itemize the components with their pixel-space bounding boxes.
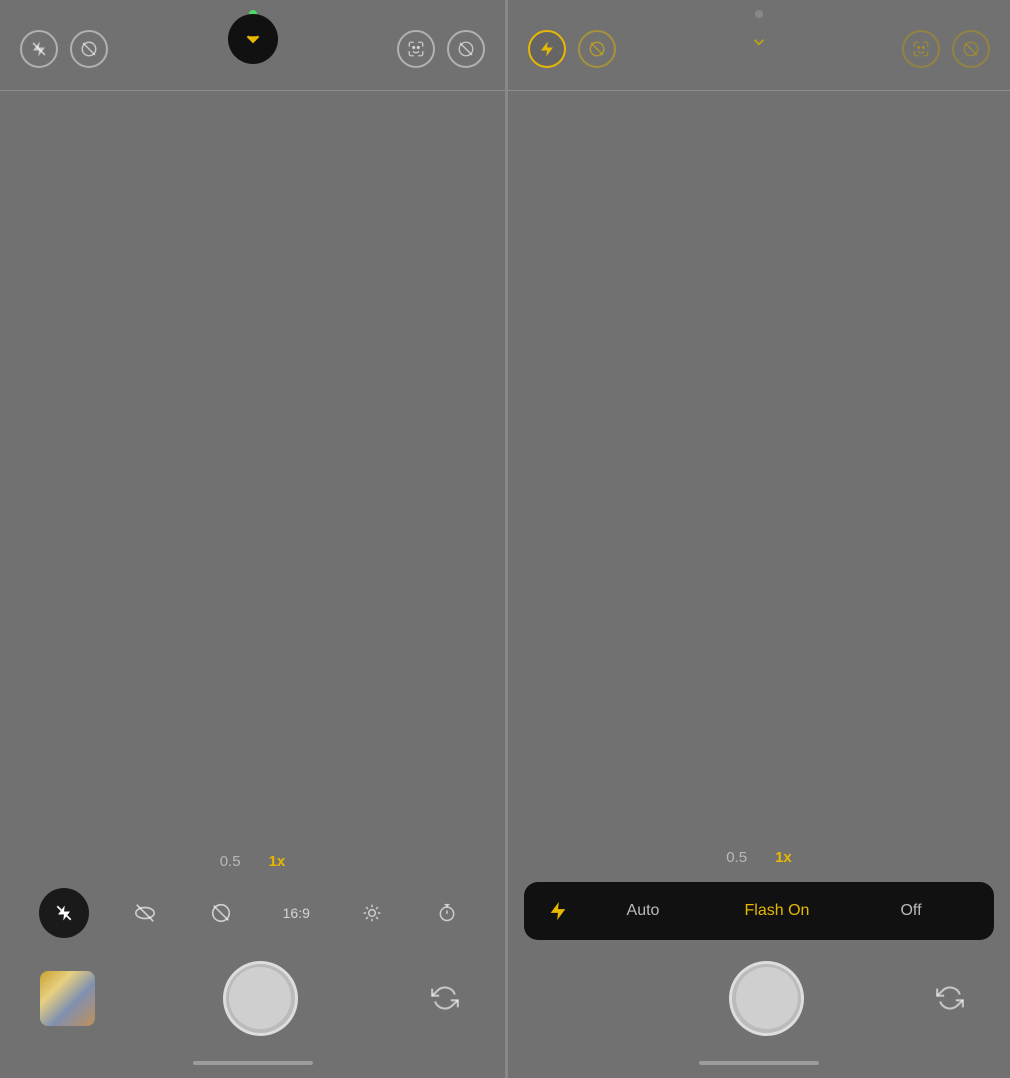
flash-menu-icon [540, 893, 576, 929]
photo-thumbnail[interactable] [40, 971, 95, 1026]
shutter-button-right[interactable] [729, 961, 804, 1036]
home-indicator-left [0, 1048, 505, 1078]
ratio-button[interactable]: 16:9 [277, 894, 315, 932]
timer-icon[interactable] [428, 894, 466, 932]
zoom-wide-left[interactable]: 0.5 [220, 853, 241, 870]
camera-settings-icon-left[interactable] [447, 30, 485, 68]
flash-active-button[interactable] [39, 888, 89, 938]
flash-off-icon[interactable] [20, 30, 58, 68]
camera-settings-icon-right[interactable] [952, 30, 990, 68]
camera-panel-right: 0.5 1x Auto Flash On Off [505, 0, 1010, 1078]
face-detection-icon-right[interactable] [902, 30, 940, 68]
shutter-inner-right [736, 967, 798, 1029]
top-bar-right-left-icons [528, 30, 616, 68]
flash-options-bar: Auto Flash On Off [524, 882, 994, 940]
top-bar-right-icons-left [397, 30, 485, 68]
hdr-icon[interactable] [126, 894, 164, 932]
viewfinder-left [0, 91, 505, 841]
shutter-button-left[interactable] [223, 961, 298, 1036]
viewfinder-right [508, 91, 1010, 837]
shutter-inner-left [229, 967, 291, 1029]
camera-panel-left: 0.5 1x 16:9 [0, 0, 505, 1078]
flash-on-icon[interactable] [528, 30, 566, 68]
face-detection-icon-left[interactable] [397, 30, 435, 68]
zoom-controls-left: 0.5 1x [0, 841, 505, 878]
home-bar-left [193, 1061, 313, 1065]
zoom-controls-right: 0.5 1x [508, 837, 1010, 874]
zoom-wide-right[interactable]: 0.5 [726, 849, 747, 866]
top-bar-left [0, 0, 505, 90]
top-bar-left-icons [20, 30, 108, 68]
zoom-normal-right[interactable]: 1x [775, 849, 792, 866]
flip-camera-icon-right[interactable] [930, 978, 970, 1018]
live-off-icon-right[interactable] [578, 30, 616, 68]
thumbnail-placeholder [548, 971, 603, 1026]
exposure-icon[interactable] [353, 894, 391, 932]
flash-auto-option[interactable]: Auto [576, 896, 710, 926]
flash-on-option[interactable]: Flash On [710, 896, 844, 926]
top-bar-right-right-icons [902, 30, 990, 68]
ratio-label: 16:9 [283, 905, 310, 921]
flash-off-option[interactable]: Off [844, 896, 978, 926]
chevron-down-button-right[interactable] [741, 24, 777, 60]
bottom-toolbar-left: 16:9 [0, 878, 505, 948]
live-off-icon-left[interactable] [70, 30, 108, 68]
live-icon[interactable] [202, 894, 240, 932]
flip-camera-icon-left[interactable] [425, 978, 465, 1018]
home-bar-right [699, 1061, 819, 1065]
zoom-normal-left[interactable]: 1x [269, 853, 286, 870]
home-indicator-right [508, 1048, 1010, 1078]
top-bar-right [508, 0, 1010, 90]
chevron-down-button-left[interactable] [228, 14, 278, 64]
shutter-row-right [508, 948, 1010, 1048]
shutter-row-left [0, 948, 505, 1048]
